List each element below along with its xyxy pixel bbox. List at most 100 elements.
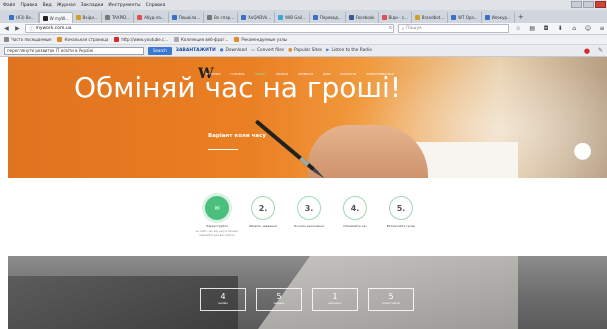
site-nav: W MY WORK ГОЛОВНА ПРОЕКТ ФУНКЦІЇ ПЕРЕВАГ… bbox=[198, 66, 394, 82]
menu-view[interactable]: Вид bbox=[43, 3, 52, 8]
tab-label: Илокур... bbox=[491, 15, 511, 20]
nav-contacts[interactable]: КОНТАКТИ bbox=[340, 72, 356, 76]
browser-tab[interactable]: Перевод... bbox=[310, 12, 346, 23]
favicon-icon bbox=[207, 15, 213, 20]
browser-tab[interactable]: TAXPID... bbox=[102, 12, 135, 23]
close-window-button[interactable] bbox=[595, 1, 606, 8]
toolbar-convert[interactable]: ▭ Convert files bbox=[251, 48, 284, 53]
step-4[interactable]: 4. Отримайте час bbox=[330, 196, 380, 228]
browser-tab[interactable]: XoQADVk... bbox=[238, 12, 276, 23]
url-bar[interactable]: ⓘ mywork.com.ua ↻ bbox=[24, 24, 394, 33]
toolbar-popular[interactable]: ■ Popular Sites bbox=[288, 48, 322, 53]
menu-help[interactable]: Справка bbox=[146, 3, 166, 8]
bookmark-icon bbox=[57, 37, 63, 42]
bookmark-icon bbox=[114, 37, 120, 42]
reading-list-icon[interactable]: ▤ bbox=[527, 25, 537, 32]
favicon-icon bbox=[9, 15, 14, 20]
stat-label: користувачів bbox=[382, 302, 400, 305]
home-icon[interactable]: ⌂ bbox=[569, 25, 579, 32]
browser-tab[interactable]: WIB Gail... bbox=[275, 12, 310, 23]
nav-register[interactable]: ЗАРЕЄСТРУВАТИСЯ bbox=[366, 72, 394, 76]
nav-prices[interactable]: ЦІНИ bbox=[323, 72, 330, 76]
browser-tab[interactable]: Brandbot... bbox=[412, 12, 449, 23]
browser-tab[interactable]: Пошкіла... bbox=[169, 12, 205, 23]
back-icon[interactable]: ◀ bbox=[3, 25, 10, 32]
smiley-icon[interactable]: ☺ bbox=[583, 25, 593, 32]
extension-toolbar: переглянути розвиток IT освіти в Україні… bbox=[0, 45, 607, 57]
step-5[interactable]: 5. Витрачайте гроші bbox=[376, 196, 426, 228]
toolbar-search-button[interactable]: Search bbox=[148, 46, 172, 55]
menu-edit[interactable]: Правка bbox=[20, 3, 37, 8]
menu-file[interactable]: Файл bbox=[3, 3, 15, 8]
favicon-icon bbox=[381, 15, 387, 20]
step-1-desc: на сайті, час від часу в процесі відкрий… bbox=[195, 230, 239, 237]
toolbar-brand[interactable]: ЗАВАНТАЖИТИ bbox=[176, 48, 216, 53]
bookmark-star-icon[interactable]: ☆ bbox=[513, 25, 523, 32]
maximize-button[interactable] bbox=[583, 1, 594, 8]
forward-icon[interactable]: ▶ bbox=[14, 25, 21, 32]
browser-tab[interactable]: Илокур... bbox=[482, 12, 515, 23]
bookmark-item[interactable]: Коллекция веб-фраг... bbox=[174, 37, 228, 42]
bookmark-item[interactable]: Часто посещаемые bbox=[4, 37, 51, 42]
favicon-icon bbox=[75, 15, 81, 20]
browser-tab[interactable]: Вхідн... bbox=[73, 12, 102, 23]
url-text: mywork.com.ua bbox=[35, 26, 72, 31]
search-box[interactable]: ⌕ Пошук bbox=[397, 24, 510, 33]
hero-section: Обміняй час на гроші! W MY WORK ГОЛОВНА … bbox=[8, 57, 607, 178]
browser-tab[interactable]: Вх спар... bbox=[204, 12, 239, 23]
pocket-icon[interactable]: ◘ bbox=[541, 25, 551, 32]
menu-bar: Файл Правка Вид Журнал Закладки Инструме… bbox=[0, 0, 607, 10]
bookmark-label: http://www.youtube.c... bbox=[121, 37, 169, 42]
apple-logo-icon: ● bbox=[573, 138, 593, 163]
menu-bookmarks[interactable]: Закладки bbox=[81, 3, 104, 8]
tab-label: Facebook bbox=[355, 15, 375, 20]
extension-red-icon[interactable]: ● bbox=[584, 47, 590, 55]
tab-label: Віди - с... bbox=[388, 15, 408, 20]
stats-section: 4 онлайн 5 завдань 1 виконано 5 користув… bbox=[8, 256, 607, 329]
toolbar-convert-label: Convert files bbox=[256, 48, 285, 53]
step-3[interactable]: 3. Почніть виконання bbox=[284, 196, 334, 228]
browser-tab[interactable]: W myW... bbox=[38, 12, 73, 23]
nav-project[interactable]: ПРОЕКТ bbox=[255, 72, 266, 76]
bookmarks-bar: Часто посещаемые Начальная страница http:/… bbox=[0, 35, 607, 45]
bookmark-item[interactable]: Рекомендуемые узлы bbox=[234, 37, 287, 42]
site-logo[interactable]: W MY WORK bbox=[198, 66, 221, 82]
menu-icon[interactable]: ≡ bbox=[597, 25, 607, 32]
step-2[interactable]: 2. Оберіть завдання bbox=[238, 196, 288, 228]
toolbar-search-input[interactable]: переглянути розвиток IT освіти в Україні bbox=[4, 46, 144, 55]
browser-tab[interactable]: Абуд-ла... bbox=[134, 12, 169, 23]
new-tab-icon[interactable]: + bbox=[518, 13, 524, 21]
menu-history[interactable]: Журнал bbox=[57, 3, 76, 8]
toolbar-download[interactable]: ● Download bbox=[220, 48, 247, 53]
browser-tab[interactable]: WT Ора... bbox=[448, 12, 482, 23]
browser-tab[interactable]: (КЗ) Вх... bbox=[6, 12, 39, 23]
toolbar-radio[interactable]: ▶ Listen to the Radio bbox=[326, 48, 372, 53]
browser-tab[interactable]: Facebook bbox=[346, 12, 379, 23]
tab-label: (КЗ) Вх... bbox=[16, 15, 35, 20]
nav-home[interactable]: ГОЛОВНА bbox=[231, 72, 245, 76]
steps-section: ✉ Зареєструйся на сайті, час від часу в … bbox=[8, 178, 607, 256]
stat-label: онлайн bbox=[218, 302, 228, 305]
reload-icon[interactable]: ↻ bbox=[389, 26, 393, 31]
favicon-icon bbox=[312, 15, 318, 20]
site-info-icon[interactable]: ⓘ bbox=[29, 26, 34, 32]
download-icon[interactable]: ⬇ bbox=[555, 25, 565, 32]
bookmark-label: Коллекция веб-фраг... bbox=[181, 37, 229, 42]
bookmark-item[interactable]: http://www.youtube.c... bbox=[114, 37, 168, 42]
favicon-icon bbox=[348, 15, 354, 20]
toolbar-download-label: Download bbox=[225, 48, 247, 53]
nav-advantages[interactable]: ПЕРЕВАГИ bbox=[298, 72, 313, 76]
search-icon: ⌕ bbox=[401, 26, 405, 32]
stat-number: 5 bbox=[276, 292, 282, 301]
bookmark-icon bbox=[4, 37, 9, 42]
window-controls bbox=[571, 1, 606, 8]
download-circle-icon: ● bbox=[219, 48, 224, 53]
browser-tab[interactable]: Віди - с... bbox=[379, 12, 412, 23]
nav-functions[interactable]: ФУНКЦІЇ bbox=[276, 72, 288, 76]
extension-tool-icon[interactable]: ✎ bbox=[598, 47, 603, 54]
minimize-button[interactable] bbox=[571, 1, 582, 8]
step-1[interactable]: ✉ Зареєструйся на сайті, час від часу в … bbox=[192, 196, 242, 238]
bookmark-item[interactable]: Начальная страница bbox=[57, 37, 108, 42]
bookmark-icon bbox=[234, 37, 240, 42]
menu-tools[interactable]: Инструменты bbox=[108, 3, 140, 8]
